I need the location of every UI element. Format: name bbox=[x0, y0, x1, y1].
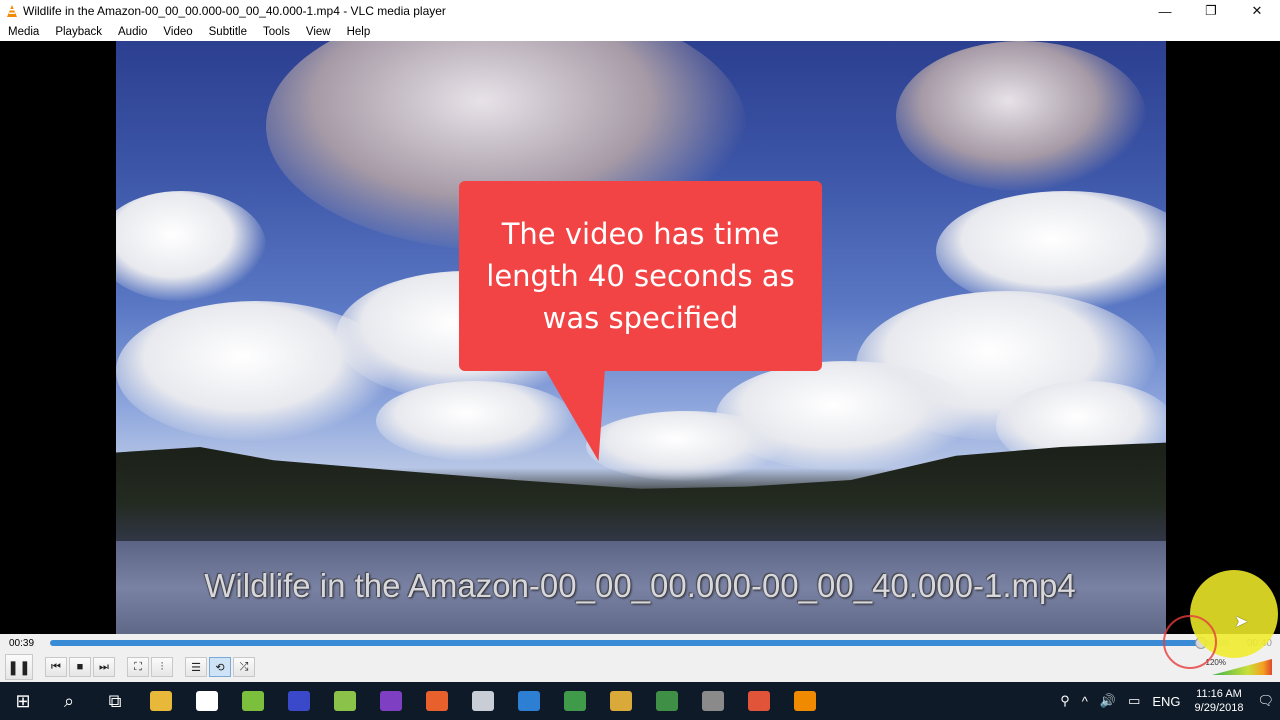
minimize-button[interactable]: — bbox=[1142, 0, 1188, 22]
menu-tools[interactable]: Tools bbox=[255, 26, 298, 38]
title-bar: Wildlife in the Amazon-00_00_00.000-00_0… bbox=[0, 0, 1280, 22]
menu-help[interactable]: Help bbox=[339, 26, 379, 38]
menu-view[interactable]: View bbox=[298, 26, 339, 38]
chevron-up-icon[interactable]: ^ bbox=[1076, 694, 1094, 709]
language-indicator[interactable]: ENG bbox=[1146, 694, 1186, 709]
playback-controls: ❚❚ ⏮ ■ ⏭ ⛶ ⫶ ☰ ⟲ ⤮ 120% bbox=[0, 652, 1280, 682]
visual-studio-icon[interactable] bbox=[368, 682, 414, 720]
previous-button[interactable]: ⏮ bbox=[45, 657, 67, 677]
battery-icon[interactable]: ▭ bbox=[1122, 693, 1146, 709]
menu-bar: Media Playback Audio Video Subtitle Tool… bbox=[0, 22, 1280, 41]
click-ring bbox=[1163, 615, 1217, 669]
camera-icon[interactable] bbox=[184, 682, 230, 720]
menu-playback[interactable]: Playback bbox=[47, 26, 110, 38]
extended-settings-button[interactable]: ⫶ bbox=[151, 657, 173, 677]
people-icon[interactable]: ⚲ bbox=[1054, 693, 1076, 709]
loop-button[interactable]: ⟲ bbox=[209, 657, 231, 677]
notepad-icon[interactable] bbox=[322, 682, 368, 720]
task-view-button[interactable]: ⧉ bbox=[92, 682, 138, 720]
shuffle-button[interactable]: ⤮ bbox=[233, 657, 255, 677]
menu-audio[interactable]: Audio bbox=[110, 26, 155, 38]
menu-media[interactable]: Media bbox=[0, 26, 47, 38]
seek-progress bbox=[50, 640, 1201, 646]
firefox-icon[interactable] bbox=[414, 682, 460, 720]
start-button[interactable]: ⊞ bbox=[0, 682, 46, 720]
taskbar: ⊞ ⌕ ⧉ ⚲ ^ 🔊 ▭ ENG 11:16 AM 9/29/2018 🗨 bbox=[0, 682, 1280, 720]
playlist-button[interactable]: ☰ bbox=[185, 657, 207, 677]
callout-text: The video has time length 40 seconds as … bbox=[486, 217, 795, 335]
tools-icon[interactable] bbox=[598, 682, 644, 720]
vlc-cone-icon bbox=[7, 5, 17, 17]
search-button[interactable]: ⌕ bbox=[46, 682, 92, 720]
next-button[interactable]: ⏭ bbox=[93, 657, 115, 677]
video-subtitle: Wildlife in the Amazon-00_00_00.000-00_0… bbox=[204, 567, 1076, 604]
video-area[interactable]: The video has time length 40 seconds as … bbox=[0, 41, 1280, 634]
seek-slider[interactable] bbox=[50, 637, 1230, 649]
save-disk-icon[interactable] bbox=[276, 682, 322, 720]
browser-icon[interactable] bbox=[506, 682, 552, 720]
clock[interactable]: 11:16 AM 9/29/2018 bbox=[1187, 687, 1252, 715]
restore-button[interactable]: ❐ bbox=[1188, 0, 1234, 22]
checklist-icon[interactable] bbox=[552, 682, 598, 720]
film-icon[interactable] bbox=[690, 682, 736, 720]
file-explorer-icon[interactable] bbox=[138, 682, 184, 720]
editor-icon[interactable] bbox=[230, 682, 276, 720]
menu-subtitle[interactable]: Subtitle bbox=[201, 26, 255, 38]
seek-row: 00:39 00:40 bbox=[0, 634, 1280, 652]
stop-button[interactable]: ■ bbox=[69, 657, 91, 677]
clock-date: 9/29/2018 bbox=[1194, 702, 1244, 714]
elapsed-time: 00:39 bbox=[9, 637, 35, 649]
mouse-pointer-icon: ➤ bbox=[1234, 612, 1249, 631]
system-tray: ⚲ ^ 🔊 ▭ ENG 11:16 AM 9/29/2018 🗨 bbox=[1054, 682, 1280, 720]
annotation-callout: The video has time length 40 seconds as … bbox=[459, 181, 822, 371]
volume-slider[interactable]: 120% bbox=[1202, 657, 1272, 677]
fullscreen-button[interactable]: ⛶ bbox=[127, 657, 149, 677]
pause-button[interactable]: ❚❚ bbox=[5, 654, 33, 680]
spreadsheet-icon[interactable] bbox=[644, 682, 690, 720]
close-button[interactable]: ✕ bbox=[1234, 0, 1280, 22]
files-icon[interactable] bbox=[460, 682, 506, 720]
menu-video[interactable]: Video bbox=[155, 26, 200, 38]
window-title: Wildlife in the Amazon-00_00_00.000-00_0… bbox=[23, 4, 446, 18]
clock-time: 11:16 AM bbox=[1196, 688, 1242, 700]
vlc-icon[interactable] bbox=[782, 682, 828, 720]
camtasia-icon[interactable] bbox=[736, 682, 782, 720]
notification-icon[interactable]: 🗨 bbox=[1251, 693, 1280, 709]
sound-icon[interactable]: 🔊 bbox=[1094, 693, 1122, 709]
